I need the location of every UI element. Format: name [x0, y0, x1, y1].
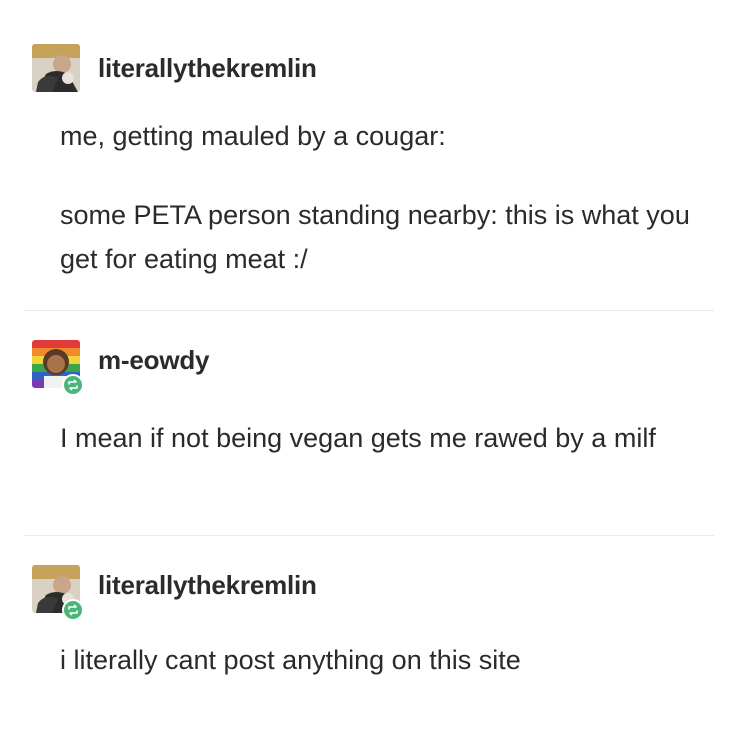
reblog-icon: [62, 374, 84, 396]
tumblr-post-thread: literallythekremlin me, getting mauled b…: [0, 0, 736, 736]
post-divider: [24, 535, 714, 536]
post-text: i literally cant post anything on this s…: [60, 645, 521, 675]
post-text: I mean if not being vegan gets me rawed …: [60, 423, 656, 453]
post-text: me, getting mauled by a cougar:: [60, 121, 446, 151]
post-divider: [24, 310, 714, 311]
post-header: m-eowdy: [32, 340, 209, 400]
username[interactable]: m-eowdy: [98, 345, 209, 376]
post-header: literallythekremlin: [32, 565, 317, 625]
post-text: some PETA person standing nearby: this i…: [60, 200, 690, 274]
post-header: literallythekremlin: [32, 44, 317, 92]
reblog-icon: [62, 599, 84, 621]
kremlin-avatar[interactable]: [32, 44, 80, 92]
username[interactable]: literallythekremlin: [98, 53, 317, 84]
avatar-wrap: [32, 565, 84, 625]
kremlin-avatar-image: [32, 44, 80, 92]
avatar-wrap: [32, 340, 84, 400]
username[interactable]: literallythekremlin: [98, 570, 317, 601]
